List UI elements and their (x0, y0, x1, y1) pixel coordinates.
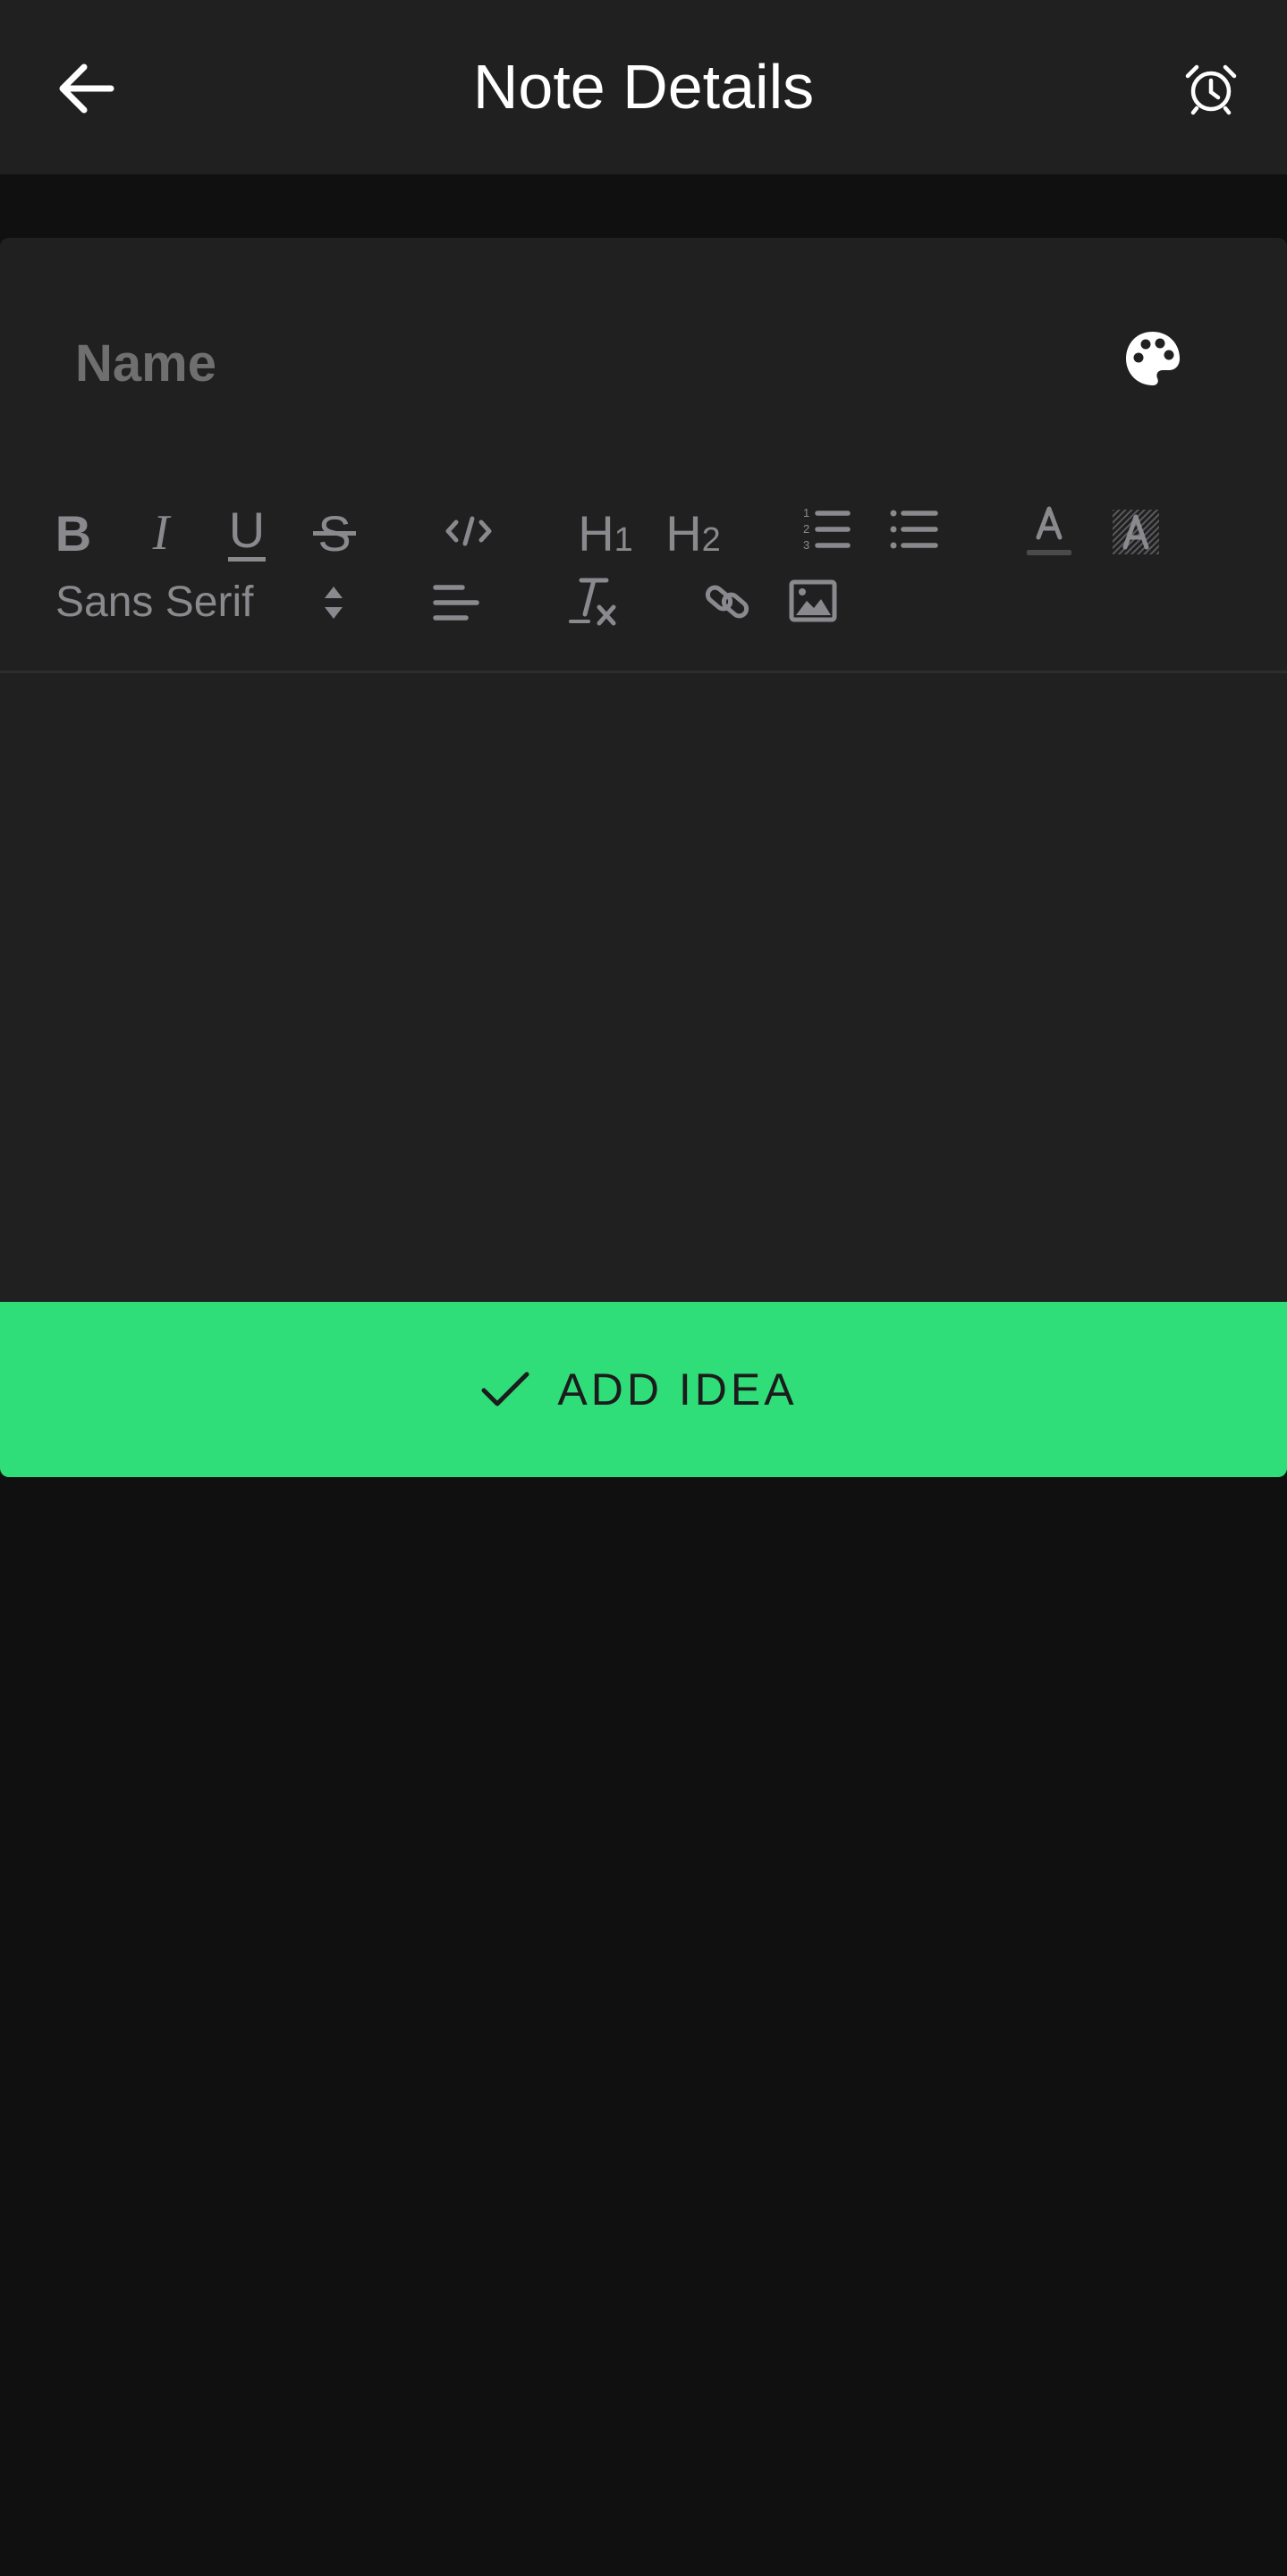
image-icon (789, 579, 837, 622)
check-icon (481, 1372, 529, 1406)
add-idea-button[interactable]: ADD IDEA (0, 1302, 1287, 1477)
strikethrough-button[interactable]: S (308, 499, 361, 567)
h1-label: H (578, 504, 614, 562)
clear-format-button[interactable] (567, 574, 619, 629)
background-color-icon (1113, 510, 1159, 554)
underline-bar (228, 556, 266, 562)
svg-text:1: 1 (803, 506, 809, 519)
svg-text:3: 3 (803, 538, 809, 552)
italic-label: I (152, 505, 170, 561)
rich-text-toolbar: B I U S H1 H2 1 2 3 Sans Serif (0, 238, 1287, 672)
code-icon (445, 516, 492, 546)
ordered-list-button[interactable]: 1 2 3 (801, 503, 851, 556)
chevron-up-down-icon (325, 587, 343, 619)
heading-2-button[interactable]: H2 (662, 499, 724, 567)
heading-1-button[interactable]: H1 (574, 499, 637, 567)
svg-text:2: 2 (803, 522, 809, 536)
italic-button[interactable]: I (134, 499, 188, 567)
align-button[interactable] (431, 578, 481, 628)
h2-label: H (665, 504, 702, 562)
background-color-button[interactable] (1111, 499, 1161, 563)
bullet-list-icon (890, 510, 938, 549)
note-form-card: B I U S H1 H2 (0, 238, 1287, 1476)
underline-label: U (228, 501, 266, 558)
add-idea-label: ADD IDEA (557, 1364, 798, 1415)
code-button[interactable] (444, 506, 494, 556)
top-app-bar: Note Details (0, 0, 1287, 174)
text-color-icon (1027, 506, 1071, 555)
page-title: Note Details (472, 52, 815, 122)
ordered-list-icon: 1 2 3 (803, 506, 851, 552)
align-left-icon (433, 585, 479, 621)
text-color-button[interactable] (1025, 499, 1073, 563)
link-icon (705, 585, 749, 619)
underline-button[interactable]: U (220, 497, 274, 569)
link-button[interactable] (701, 576, 753, 628)
bold-label: B (55, 504, 92, 562)
bullet-list-button[interactable] (889, 503, 939, 556)
h1-sub: 1 (614, 520, 633, 559)
h2-sub: 2 (701, 520, 721, 559)
strike-bar (313, 531, 356, 536)
reminder-button[interactable] (1179, 59, 1243, 118)
note-editor[interactable] (0, 673, 1287, 1299)
bold-button[interactable]: B (47, 499, 100, 567)
alarm-clock-icon (1185, 64, 1237, 115)
note-details-screen: Note Details B (0, 0, 1287, 2576)
font-family-label: Sans Serif (55, 578, 254, 626)
font-family-select[interactable]: Sans Serif (55, 570, 360, 633)
clear-format-icon (569, 578, 616, 626)
insert-image-button[interactable] (787, 576, 839, 626)
